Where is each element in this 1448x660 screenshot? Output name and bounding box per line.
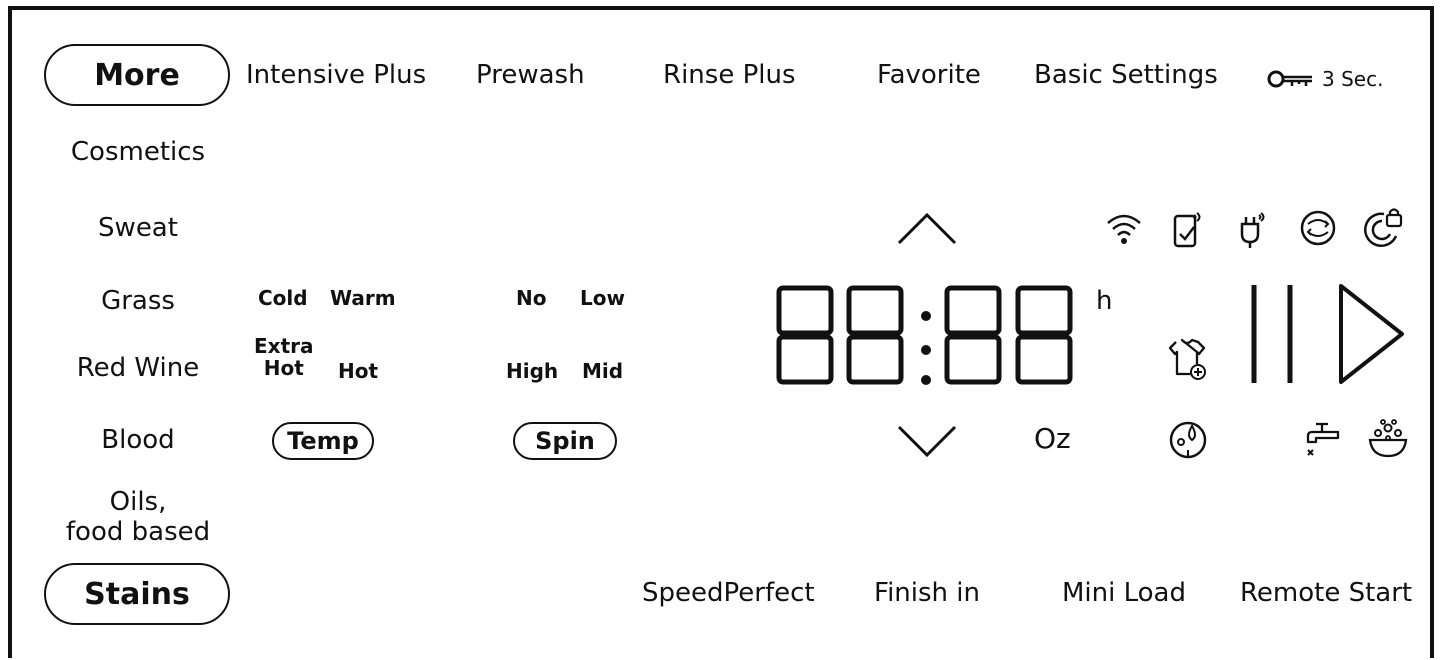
rinse-plus-option[interactable]: Rinse Plus — [663, 60, 796, 90]
remote-start-option[interactable]: Remote Start — [1240, 578, 1412, 608]
oz-unit: Oz — [1034, 422, 1071, 455]
temp-extra-hot-line2: Hot — [263, 356, 304, 380]
arrow-up-icon[interactable] — [896, 210, 958, 246]
stain-oils-line2: food based — [65, 517, 211, 547]
stain-grass[interactable]: Grass — [40, 286, 236, 316]
control-panel-frame — [8, 6, 1434, 658]
stain-oils-food-based[interactable]: Oils, food based — [40, 487, 236, 547]
stain-blood[interactable]: Blood — [40, 425, 236, 455]
child-lock-icon — [1364, 208, 1403, 247]
stain-red-wine[interactable]: Red Wine — [40, 353, 236, 383]
stain-cosmetics[interactable]: Cosmetics — [40, 137, 236, 167]
key-icon — [1267, 70, 1312, 88]
shirt-add-icon[interactable] — [1166, 334, 1210, 382]
phone-download-icon — [1173, 212, 1201, 248]
favorite-option[interactable]: Favorite — [877, 60, 981, 90]
time-display — [776, 285, 1073, 385]
drum-clean-icon — [1300, 210, 1336, 246]
hours-unit: h — [1096, 286, 1113, 316]
detergent-icon — [1169, 421, 1207, 459]
temp-extra-hot-line1: Extra — [254, 334, 314, 358]
spin-high: High — [506, 359, 559, 383]
temp-hot: Hot — [338, 359, 379, 383]
wifi-icon — [1107, 214, 1141, 244]
more-label: More — [94, 57, 180, 93]
temp-label: Temp — [287, 427, 359, 455]
spin-mid: Mid — [582, 359, 624, 383]
stain-oils-line1: Oils, — [109, 487, 167, 517]
spin-low: Low — [580, 286, 625, 310]
stains-label: Stains — [84, 576, 190, 612]
mini-load-option[interactable]: Mini Load — [1062, 578, 1186, 608]
no-water-icon — [1306, 422, 1340, 456]
pause-icon[interactable] — [1244, 282, 1302, 386]
arrow-down-icon[interactable] — [896, 424, 958, 460]
lock-hold-duration: 3 Sec. — [1322, 67, 1384, 91]
finish-in-option[interactable]: Finish in — [874, 578, 980, 608]
speedperfect-option[interactable]: SpeedPerfect — [642, 578, 815, 608]
intensive-plus-option[interactable]: Intensive Plus — [246, 60, 426, 90]
basin-bubbles-icon — [1368, 419, 1408, 458]
basic-settings-option[interactable]: Basic Settings — [1034, 60, 1218, 90]
more-button[interactable]: More — [44, 44, 230, 106]
spin-button[interactable]: Spin — [513, 422, 617, 460]
spin-label: Spin — [535, 427, 595, 455]
temp-button[interactable]: Temp — [272, 422, 374, 460]
temp-warm: Warm — [330, 286, 396, 310]
prewash-option[interactable]: Prewash — [476, 60, 585, 90]
temp-cold: Cold — [258, 286, 308, 310]
temp-extra-hot: Extra Hot — [254, 335, 313, 379]
stains-button[interactable]: Stains — [44, 563, 230, 625]
stain-sweat[interactable]: Sweat — [40, 213, 236, 243]
spin-no: No — [516, 286, 547, 310]
play-icon[interactable] — [1336, 282, 1406, 386]
remote-plug-icon — [1240, 212, 1265, 248]
